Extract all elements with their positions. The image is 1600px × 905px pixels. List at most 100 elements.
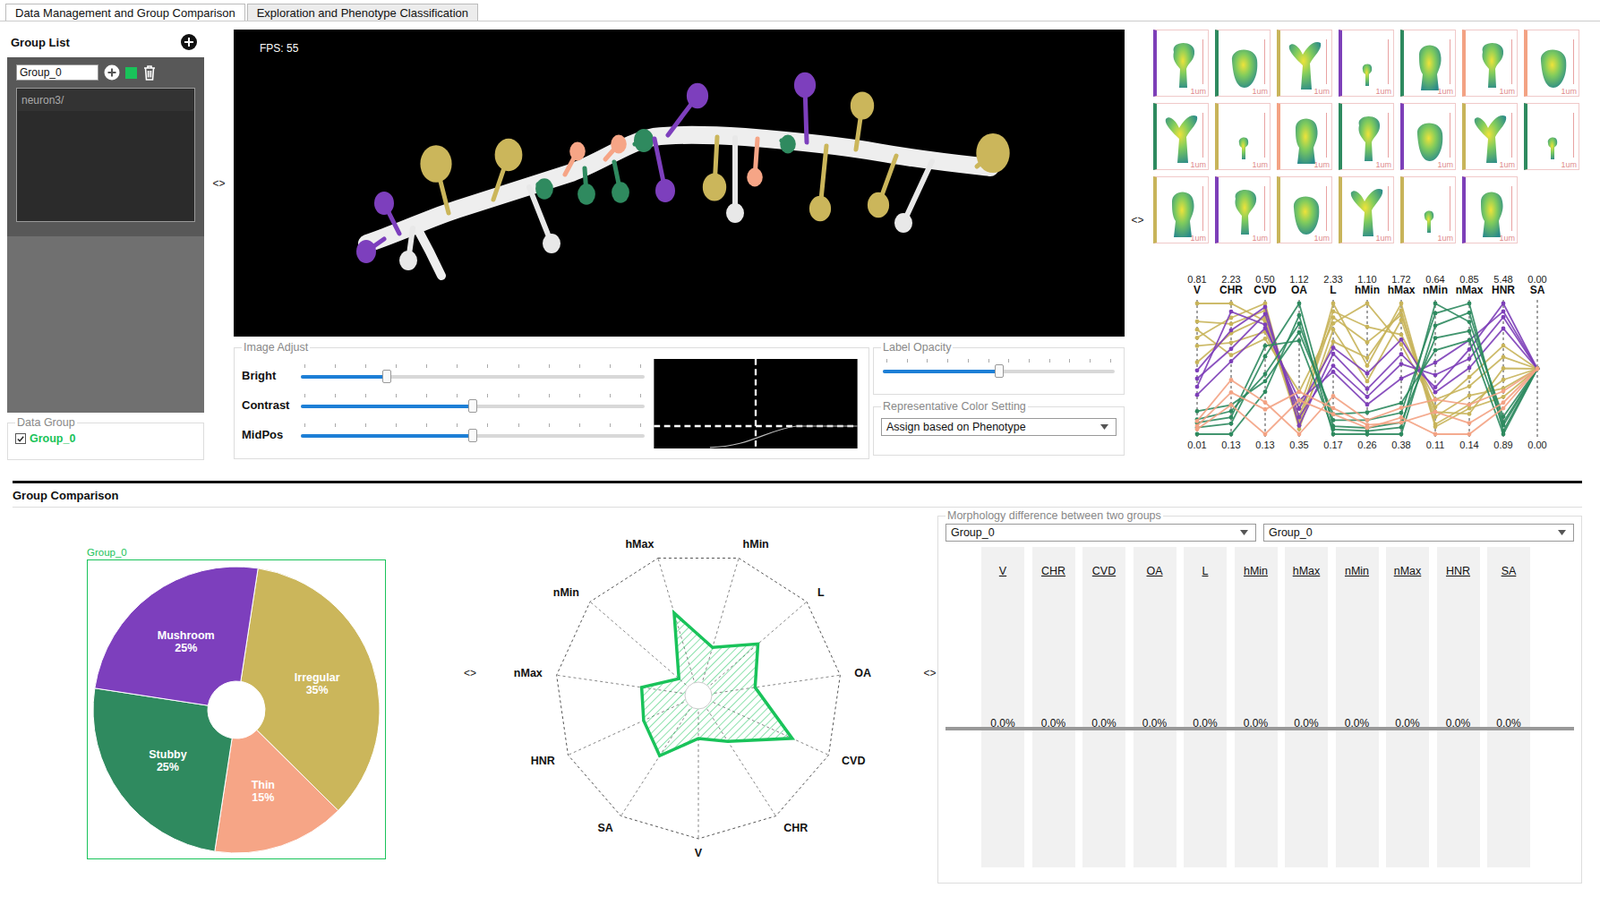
pie-label: Mushroom <box>157 629 215 642</box>
panel-toggle[interactable]: <> <box>204 29 234 337</box>
spine-thumbnail[interactable]: 1um <box>1462 102 1518 171</box>
pie-percent: 25% <box>156 761 180 774</box>
scale-label: 1um <box>1437 160 1454 170</box>
color-setting-title: Representative Color Setting <box>881 400 1028 413</box>
spine-thumbnail[interactable]: 1um <box>1338 102 1395 171</box>
series-line[interactable] <box>1195 367 1541 437</box>
spine-thumbnail[interactable]: 1um <box>1153 102 1209 171</box>
feature-label[interactable]: nMin <box>1344 564 1369 578</box>
slider-tick <box>906 359 908 363</box>
series-line[interactable] <box>1195 301 1541 428</box>
scale-label: 1um <box>1437 233 1454 243</box>
feature-label[interactable]: CHR <box>1041 564 1066 578</box>
spine-thumbnail[interactable]: 1um <box>1276 176 1333 244</box>
series-line[interactable] <box>1195 367 1541 437</box>
spine-thumbnail[interactable]: 1um <box>1338 29 1395 97</box>
spine-thumbnail[interactable]: 1um <box>1338 176 1395 244</box>
series-line[interactable] <box>1195 301 1541 431</box>
spine-thumbnail[interactable]: 1um <box>1462 176 1518 244</box>
image-adjust-box: Image Adjust Bright Contrast MidPos <box>233 341 870 460</box>
series-line[interactable] <box>1195 308 1541 429</box>
pie-slice[interactable] <box>93 687 232 851</box>
slider[interactable] <box>881 359 1117 374</box>
trash-icon[interactable] <box>142 64 157 81</box>
feature-label[interactable]: hMin <box>1243 564 1268 578</box>
spine-shape <box>1466 32 1512 94</box>
difference-column: nMin 0.0% <box>1335 547 1379 868</box>
data-group-row[interactable]: Group_0 <box>15 430 197 445</box>
spine-shape <box>1466 179 1512 240</box>
spine-thumbnail[interactable]: 1um <box>1214 176 1271 244</box>
scale-bar <box>1449 39 1451 85</box>
spine-thumbnail[interactable]: 1um <box>1400 102 1456 171</box>
slider[interactable] <box>299 393 647 413</box>
spine-thumbnail[interactable]: 1um <box>1400 29 1456 97</box>
scale-label: 1um <box>1560 86 1577 96</box>
pie-label: Irregular <box>294 671 341 685</box>
slider-tick <box>579 364 581 368</box>
series-line[interactable] <box>1195 310 1541 437</box>
checkbox[interactable] <box>15 433 26 445</box>
color-setting-select[interactable]: Assign based on Phenotype <box>881 418 1117 437</box>
feature-label[interactable]: V <box>999 564 1007 578</box>
slider-fill <box>300 434 473 438</box>
slider-thumb[interactable] <box>468 428 478 443</box>
slider-thumb[interactable] <box>382 369 392 384</box>
pie-slice[interactable] <box>94 566 258 706</box>
difference-column: CVD 0.0% <box>1082 547 1126 868</box>
3d-viewer[interactable]: FPS: 55 <box>233 29 1125 337</box>
add-data-icon[interactable] <box>103 64 120 81</box>
spine-thumbnail[interactable]: 1um <box>1276 29 1333 97</box>
feature-label[interactable]: OA <box>1146 564 1163 578</box>
panel-toggle[interactable]: <> <box>456 507 484 839</box>
spine-thumbnail[interactable]: 1um <box>1214 102 1271 171</box>
spine-thumbnail[interactable]: 1um <box>1523 102 1580 171</box>
group-row: Group_0 <box>16 64 196 81</box>
panel-toggle[interactable]: <> <box>922 507 938 839</box>
add-group-icon[interactable] <box>180 34 197 51</box>
feature-label[interactable]: CVD <box>1092 564 1116 578</box>
series-line[interactable] <box>1195 309 1541 411</box>
slider[interactable] <box>299 423 647 443</box>
spine-thumbnail[interactable]: 1um <box>1214 29 1271 97</box>
group-name-input[interactable]: Group_0 <box>16 64 99 81</box>
slider-thumb[interactable] <box>994 364 1004 378</box>
slider[interactable] <box>299 364 647 384</box>
series-line[interactable] <box>1195 301 1541 434</box>
feature-label[interactable]: SA <box>1501 564 1517 578</box>
panel-toggle[interactable]: <> <box>1124 29 1151 411</box>
spine-thumbnail[interactable]: 1um <box>1153 29 1209 97</box>
radar-value-shape[interactable] <box>641 613 793 756</box>
spine-thumbnail[interactable]: 1um <box>1400 176 1456 244</box>
feature-label[interactable]: nMax <box>1394 564 1422 578</box>
radar-axis-label: hMax <box>624 538 654 551</box>
data-group-label: Group_0 <box>29 432 76 445</box>
series-line[interactable] <box>1195 301 1541 428</box>
data-item[interactable]: neuron3/ <box>17 89 194 112</box>
feature-label[interactable]: L <box>1202 564 1209 578</box>
pie-slice[interactable] <box>214 729 339 853</box>
difference-column: nMax 0.0% <box>1386 547 1429 868</box>
group-a-select[interactable]: Group_0 <box>945 523 1257 542</box>
series-line[interactable] <box>1195 330 1541 437</box>
feature-label[interactable]: hMax <box>1292 564 1321 578</box>
series-line[interactable] <box>1195 301 1541 432</box>
slider-tick <box>1028 359 1030 363</box>
slider-tick <box>640 423 642 428</box>
pie-percent: 25% <box>174 641 197 655</box>
scale-bar <box>1449 186 1451 232</box>
feature-label[interactable]: HNR <box>1445 564 1471 578</box>
series-line[interactable] <box>1195 311 1541 420</box>
series-line[interactable] <box>1195 301 1541 434</box>
spine-shape <box>1219 105 1265 167</box>
tab[interactable]: Data Management and Group Comparison <box>5 3 246 21</box>
spine-thumbnail[interactable]: 1um <box>1276 102 1333 171</box>
tab[interactable]: Exploration and Phenotype Classification <box>247 3 479 21</box>
spine-thumbnail[interactable]: 1um <box>1523 29 1580 97</box>
group-b-select[interactable]: Group_0 <box>1263 523 1575 542</box>
slider-thumb[interactable] <box>468 399 478 413</box>
group-color-swatch[interactable] <box>125 67 137 79</box>
spine-thumbnail[interactable]: 1um <box>1153 176 1209 244</box>
scale-bar <box>1511 186 1513 232</box>
spine-thumbnail[interactable]: 1um <box>1462 29 1518 97</box>
